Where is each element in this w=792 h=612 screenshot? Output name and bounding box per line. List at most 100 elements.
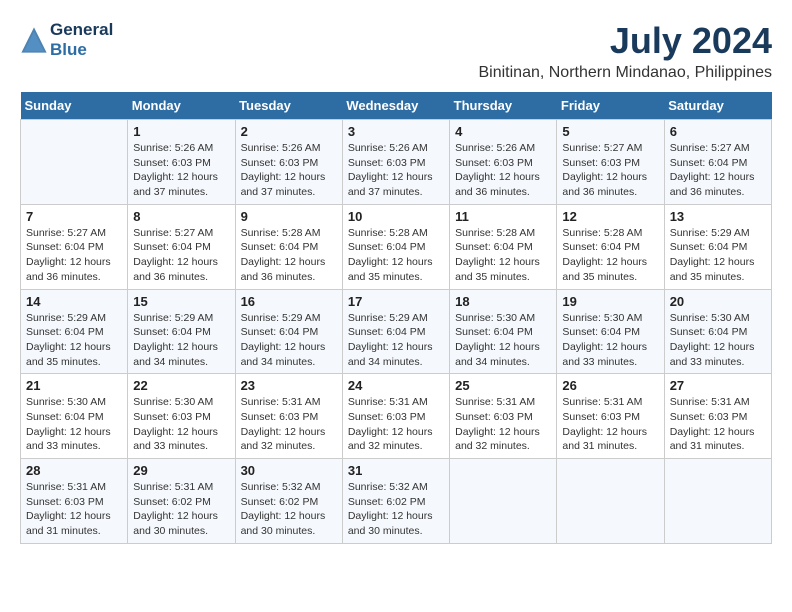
day-info: Sunrise: 5:29 AM Sunset: 6:04 PM Dayligh… (133, 311, 229, 370)
day-info: Sunrise: 5:28 AM Sunset: 6:04 PM Dayligh… (241, 226, 337, 285)
day-number: 22 (133, 378, 229, 393)
day-number: 10 (348, 209, 444, 224)
day-number: 19 (562, 294, 658, 309)
day-number: 18 (455, 294, 551, 309)
day-info: Sunrise: 5:30 AM Sunset: 6:04 PM Dayligh… (562, 311, 658, 370)
calendar-cell: 7 Sunrise: 5:27 AM Sunset: 6:04 PM Daylig… (21, 204, 128, 289)
calendar-cell: 10 Sunrise: 5:28 AM Sunset: 6:04 PM Dayli… (342, 204, 449, 289)
day-info: Sunrise: 5:28 AM Sunset: 6:04 PM Dayligh… (348, 226, 444, 285)
day-header-sunday: Sunday (21, 92, 128, 120)
calendar-cell: 30Sunrise: 5:32 AM Sunset: 6:02 PM Dayli… (235, 459, 342, 544)
day-info: Sunrise: 5:30 AM Sunset: 6:04 PM Dayligh… (455, 311, 551, 370)
day-header-wednesday: Wednesday (342, 92, 449, 120)
calendar-cell: 23 Sunrise: 5:31 AM Sunset: 6:03 PM Dayli… (235, 374, 342, 459)
day-number: 7 (26, 209, 122, 224)
calendar-cell: 26Sunrise: 5:31 AM Sunset: 6:03 PM Dayli… (557, 374, 664, 459)
day-info: Sunrise: 5:31 AM Sunset: 6:03 PM Dayligh… (241, 395, 337, 454)
day-info: Sunrise: 5:26 AM Sunset: 6:03 PM Dayligh… (241, 141, 337, 200)
calendar-cell: 14 Sunrise: 5:29 AM Sunset: 6:04 PM Dayli… (21, 289, 128, 374)
day-number: 23 (241, 378, 337, 393)
day-info: Sunrise: 5:30 AM Sunset: 6:03 PM Dayligh… (133, 395, 229, 454)
day-info: Sunrise: 5:28 AM Sunset: 6:04 PM Dayligh… (562, 226, 658, 285)
day-info: Sunrise: 5:29 AM Sunset: 6:04 PM Dayligh… (241, 311, 337, 370)
calendar-cell: 22 Sunrise: 5:30 AM Sunset: 6:03 PM Dayli… (128, 374, 235, 459)
calendar-cell (557, 459, 664, 544)
day-number: 3 (348, 124, 444, 139)
calendar-cell: 20Sunrise: 5:30 AM Sunset: 6:04 PM Dayli… (664, 289, 771, 374)
day-info: Sunrise: 5:27 AM Sunset: 6:04 PM Dayligh… (26, 226, 122, 285)
calendar-cell: 2 Sunrise: 5:26 AM Sunset: 6:03 PM Daylig… (235, 120, 342, 205)
calendar-cell: 17Sunrise: 5:29 AM Sunset: 6:04 PM Dayli… (342, 289, 449, 374)
main-title: July 2024 (478, 20, 772, 62)
day-number: 24 (348, 378, 444, 393)
calendar-cell: 13 Sunrise: 5:29 AM Sunset: 6:04 PM Dayli… (664, 204, 771, 289)
calendar-cell (450, 459, 557, 544)
day-number: 5 (562, 124, 658, 139)
calendar-table: SundayMondayTuesdayWednesdayThursdayFrid… (20, 92, 772, 544)
day-info: Sunrise: 5:27 AM Sunset: 6:04 PM Dayligh… (670, 141, 766, 200)
day-number: 21 (26, 378, 122, 393)
day-info: Sunrise: 5:31 AM Sunset: 6:03 PM Dayligh… (670, 395, 766, 454)
day-info: Sunrise: 5:29 AM Sunset: 6:04 PM Dayligh… (670, 226, 766, 285)
title-block: July 2024 Binitinan, Northern Mindanao, … (478, 20, 772, 82)
day-number: 28 (26, 463, 122, 478)
day-info: Sunrise: 5:30 AM Sunset: 6:04 PM Dayligh… (670, 311, 766, 370)
day-number: 26 (562, 378, 658, 393)
day-info: Sunrise: 5:26 AM Sunset: 6:03 PM Dayligh… (133, 141, 229, 200)
calendar-cell: 18 Sunrise: 5:30 AM Sunset: 6:04 PM Dayli… (450, 289, 557, 374)
calendar-cell (664, 459, 771, 544)
day-info: Sunrise: 5:31 AM Sunset: 6:03 PM Dayligh… (26, 480, 122, 539)
calendar-week-row: 28 Sunrise: 5:31 AM Sunset: 6:03 PM Dayli… (21, 459, 772, 544)
day-info: Sunrise: 5:29 AM Sunset: 6:04 PM Dayligh… (348, 311, 444, 370)
day-header-friday: Friday (557, 92, 664, 120)
day-number: 11 (455, 209, 551, 224)
day-info: Sunrise: 5:26 AM Sunset: 6:03 PM Dayligh… (455, 141, 551, 200)
calendar-cell: 31 Sunrise: 5:32 AM Sunset: 6:02 PM Dayli… (342, 459, 449, 544)
day-number: 16 (241, 294, 337, 309)
calendar-cell: 11 Sunrise: 5:28 AM Sunset: 6:04 PM Dayli… (450, 204, 557, 289)
day-number: 31 (348, 463, 444, 478)
calendar-week-row: 7 Sunrise: 5:27 AM Sunset: 6:04 PM Daylig… (21, 204, 772, 289)
page-header: General Blue July 2024 Binitinan, Northe… (20, 20, 772, 82)
day-number: 9 (241, 209, 337, 224)
day-header-thursday: Thursday (450, 92, 557, 120)
day-number: 8 (133, 209, 229, 224)
day-number: 4 (455, 124, 551, 139)
day-number: 2 (241, 124, 337, 139)
calendar-cell: 25 Sunrise: 5:31 AM Sunset: 6:03 PM Dayli… (450, 374, 557, 459)
day-info: Sunrise: 5:32 AM Sunset: 6:02 PM Dayligh… (348, 480, 444, 539)
day-info: Sunrise: 5:31 AM Sunset: 6:03 PM Dayligh… (455, 395, 551, 454)
day-info: Sunrise: 5:27 AM Sunset: 6:04 PM Dayligh… (133, 226, 229, 285)
calendar-cell: 1Sunrise: 5:26 AM Sunset: 6:03 PM Daylig… (128, 120, 235, 205)
calendar-cell: 4 Sunrise: 5:26 AM Sunset: 6:03 PM Daylig… (450, 120, 557, 205)
day-number: 14 (26, 294, 122, 309)
calendar-cell: 21Sunrise: 5:30 AM Sunset: 6:04 PM Dayli… (21, 374, 128, 459)
calendar-cell: 8 Sunrise: 5:27 AM Sunset: 6:04 PM Daylig… (128, 204, 235, 289)
subtitle: Binitinan, Northern Mindanao, Philippine… (478, 64, 772, 82)
calendar-cell: 28 Sunrise: 5:31 AM Sunset: 6:03 PM Dayli… (21, 459, 128, 544)
day-number: 25 (455, 378, 551, 393)
logo-icon (20, 26, 48, 54)
calendar-week-row: 1Sunrise: 5:26 AM Sunset: 6:03 PM Daylig… (21, 120, 772, 205)
day-number: 29 (133, 463, 229, 478)
day-info: Sunrise: 5:31 AM Sunset: 6:02 PM Dayligh… (133, 480, 229, 539)
calendar-cell: 16 Sunrise: 5:29 AM Sunset: 6:04 PM Dayli… (235, 289, 342, 374)
day-info: Sunrise: 5:26 AM Sunset: 6:03 PM Dayligh… (348, 141, 444, 200)
day-number: 13 (670, 209, 766, 224)
day-info: Sunrise: 5:31 AM Sunset: 6:03 PM Dayligh… (348, 395, 444, 454)
day-info: Sunrise: 5:27 AM Sunset: 6:03 PM Dayligh… (562, 141, 658, 200)
calendar-week-row: 21Sunrise: 5:30 AM Sunset: 6:04 PM Dayli… (21, 374, 772, 459)
day-info: Sunrise: 5:29 AM Sunset: 6:04 PM Dayligh… (26, 311, 122, 370)
day-info: Sunrise: 5:28 AM Sunset: 6:04 PM Dayligh… (455, 226, 551, 285)
logo-text: General Blue (50, 20, 113, 60)
calendar-cell: 24 Sunrise: 5:31 AM Sunset: 6:03 PM Dayli… (342, 374, 449, 459)
day-info: Sunrise: 5:32 AM Sunset: 6:02 PM Dayligh… (241, 480, 337, 539)
calendar-cell: 27 Sunrise: 5:31 AM Sunset: 6:03 PM Dayli… (664, 374, 771, 459)
calendar-cell: 15Sunrise: 5:29 AM Sunset: 6:04 PM Dayli… (128, 289, 235, 374)
calendar-cell: 9 Sunrise: 5:28 AM Sunset: 6:04 PM Daylig… (235, 204, 342, 289)
day-number: 27 (670, 378, 766, 393)
calendar-cell (21, 120, 128, 205)
day-header-monday: Monday (128, 92, 235, 120)
calendar-cell: 29 Sunrise: 5:31 AM Sunset: 6:02 PM Dayli… (128, 459, 235, 544)
day-header-saturday: Saturday (664, 92, 771, 120)
